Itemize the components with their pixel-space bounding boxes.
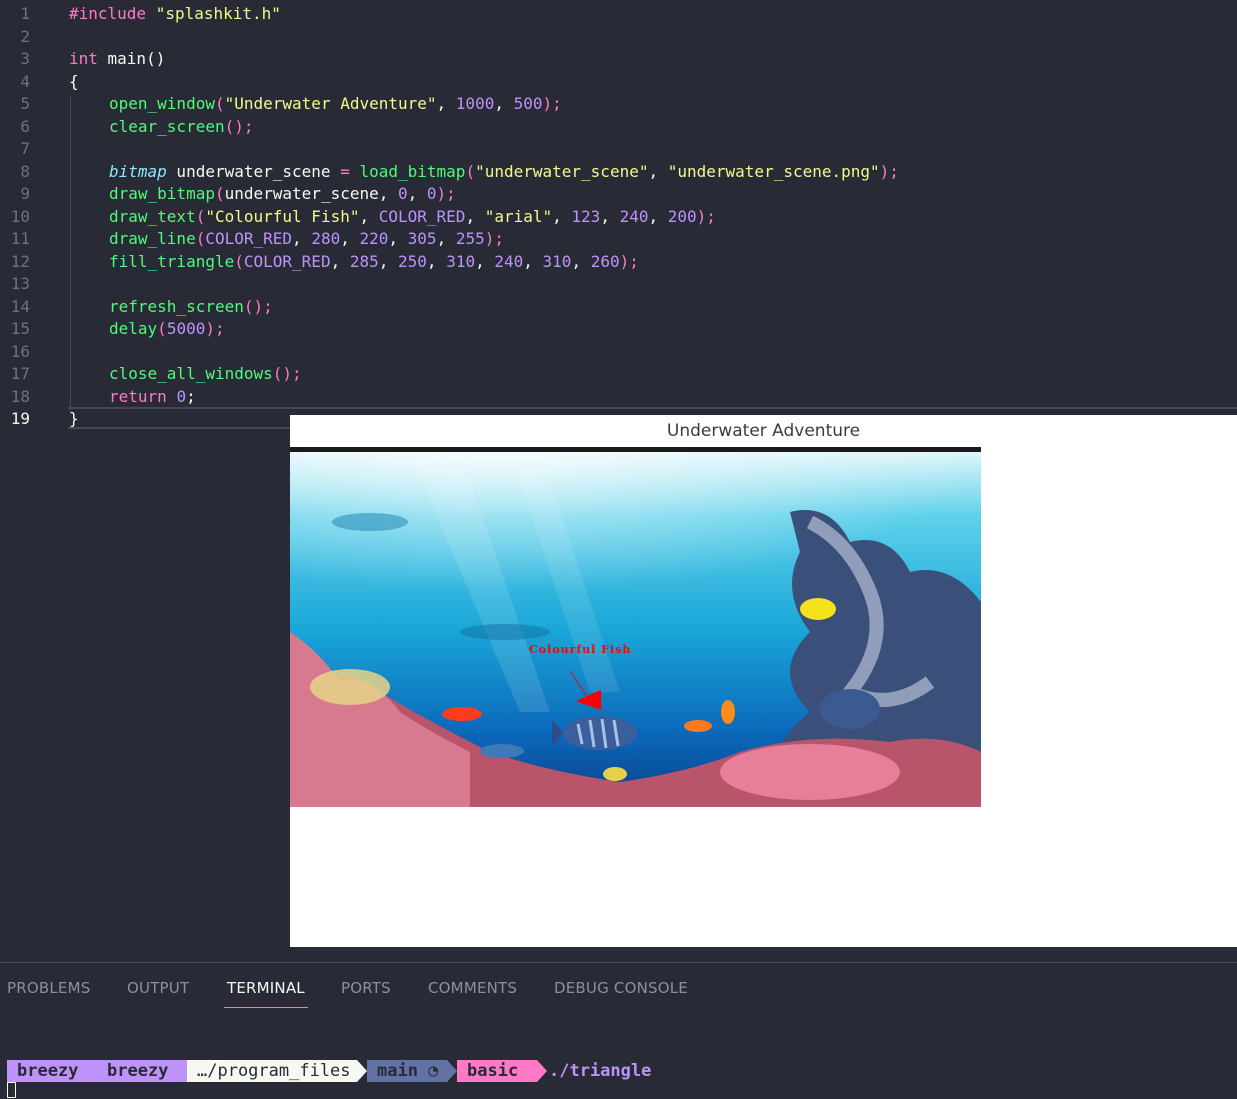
line-number: 12 bbox=[10, 252, 30, 271]
blue-fish bbox=[563, 716, 637, 750]
window-canvas[interactable]: Colourful Fish bbox=[290, 447, 981, 807]
line-number: 2 bbox=[20, 27, 30, 46]
manta-ray-shadow bbox=[332, 513, 408, 531]
active-tab-indicator bbox=[224, 1007, 308, 1008]
underwater-scene-image: Colourful Fish bbox=[290, 452, 981, 807]
prompt-segment-user: breezy bbox=[7, 1060, 97, 1082]
tab-debug-console[interactable]: DEBUG CONSOLE bbox=[554, 979, 688, 997]
prompt-segment-branch: main ◔ bbox=[367, 1060, 447, 1082]
pink-coral bbox=[720, 744, 900, 800]
line-number: 15 bbox=[10, 319, 30, 338]
line-number: 6 bbox=[20, 117, 30, 136]
line-number: 9 bbox=[20, 184, 30, 203]
code-line[interactable]: 17 close_all_windows(); bbox=[0, 363, 1237, 385]
small-fish bbox=[480, 744, 524, 758]
line-number: 14 bbox=[10, 297, 30, 316]
code-line[interactable]: 1 #include "splashkit.h" bbox=[0, 3, 1237, 25]
app-window[interactable]: Underwater Adventure Colourful Fish bbox=[290, 415, 1237, 947]
line-number: 13 bbox=[10, 274, 30, 293]
line-number: 10 bbox=[10, 207, 30, 226]
code-line[interactable]: 11 draw_line(COLOR_RED, 280, 220, 305, 25… bbox=[0, 228, 1237, 250]
code-line[interactable]: 7 bbox=[0, 138, 1237, 160]
code-line[interactable]: 6 clear_screen(); bbox=[0, 116, 1237, 138]
terminal-command: ./triangle bbox=[549, 1061, 652, 1081]
tab-ports[interactable]: PORTS bbox=[341, 979, 391, 997]
powerline-separator bbox=[447, 1060, 457, 1082]
code-line[interactable]: 16 bbox=[0, 341, 1237, 363]
line-number: 5 bbox=[20, 94, 30, 113]
code-line[interactable]: 4{ bbox=[0, 71, 1237, 93]
tab-problems[interactable]: PROBLEMS bbox=[7, 979, 90, 997]
line-number: 1 bbox=[20, 4, 30, 23]
orange-fish bbox=[721, 700, 735, 724]
window-title[interactable]: Underwater Adventure bbox=[290, 415, 1237, 447]
code-line[interactable]: 13 bbox=[0, 273, 1237, 295]
shark-silhouette bbox=[460, 624, 550, 640]
code-line[interactable]: 5 open_window("Underwater Adventure", 100… bbox=[0, 93, 1237, 115]
line-number: 11 bbox=[10, 229, 30, 248]
yellow-coral bbox=[310, 669, 390, 705]
tab-comments[interactable]: COMMENTS bbox=[428, 979, 517, 997]
code-line[interactable]: 8 bitmap underwater_scene = load_bitmap("… bbox=[0, 161, 1237, 183]
prompt-segment-host: breezy bbox=[97, 1060, 187, 1082]
line-number: 3 bbox=[20, 49, 30, 68]
line-number: 16 bbox=[10, 342, 30, 361]
code-line[interactable]: 2 bbox=[0, 26, 1237, 48]
code-line[interactable]: 18 return 0; bbox=[0, 386, 1237, 408]
tab-terminal[interactable]: TERMINAL bbox=[227, 979, 305, 997]
powerline-separator bbox=[537, 1060, 547, 1082]
code-line[interactable]: 10 draw_text("Colourful Fish", COLOR_RED,… bbox=[0, 206, 1237, 228]
prompt-segment-env: basic bbox=[457, 1060, 537, 1082]
line-number: 17 bbox=[10, 364, 30, 383]
code-line[interactable]: 9 draw_bitmap(underwater_scene, 0, 0); bbox=[0, 183, 1237, 205]
powerline-separator bbox=[357, 1060, 367, 1082]
canvas-text: Colourful Fish bbox=[529, 643, 631, 656]
line-number: 7 bbox=[20, 139, 30, 158]
code-line[interactable]: 12 fill_triangle(COLOR_RED, 285, 250, 310… bbox=[0, 251, 1237, 273]
code-line[interactable]: 14 refresh_screen(); bbox=[0, 296, 1237, 318]
line-number: 19 bbox=[10, 409, 30, 428]
dark-blue-fish bbox=[820, 689, 880, 729]
line-number: 18 bbox=[10, 387, 30, 406]
yellow-tang-fish bbox=[800, 598, 836, 620]
line-number: 8 bbox=[20, 162, 30, 181]
terminal-cursor[interactable] bbox=[7, 1082, 16, 1098]
prompt-segment-path: …/program_files bbox=[187, 1060, 357, 1082]
code-line[interactable]: 3 int main() bbox=[0, 48, 1237, 70]
line-number: 4 bbox=[20, 72, 30, 91]
tab-output[interactable]: OUTPUT bbox=[127, 979, 189, 997]
red-fish bbox=[442, 707, 482, 721]
striped-fish bbox=[603, 767, 627, 781]
powerline-separator bbox=[177, 1060, 187, 1082]
orange-fish bbox=[684, 720, 712, 732]
code-line[interactable]: 15 delay(5000); bbox=[0, 318, 1237, 340]
